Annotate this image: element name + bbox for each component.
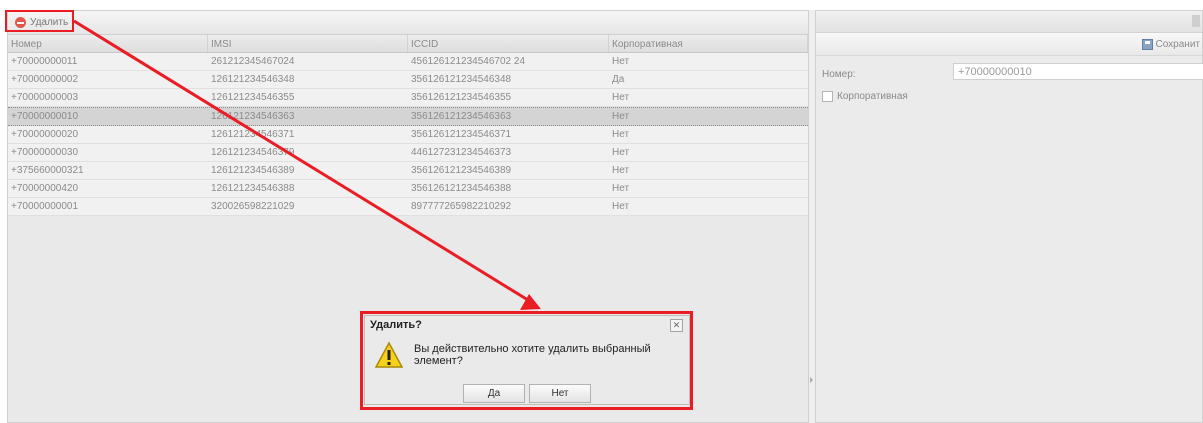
cell-iccid: 356126121234546363 [411, 111, 512, 122]
grid-body: +70000000011 261212345467024 45612612123… [8, 53, 808, 216]
cell-iccid: 356126121234546388 [411, 183, 512, 194]
table-row[interactable]: +70000000020 126121234546371 35612612123… [8, 126, 808, 144]
details-panel: Сохранит Номер: +70000000010 Корпоративн… [815, 10, 1203, 423]
number-field[interactable]: +70000000010 [953, 63, 1203, 80]
cell-corporate: Нет [612, 165, 630, 176]
cell-corporate: Нет [612, 183, 630, 194]
cell-number: +70000000003 [11, 92, 79, 103]
panel-tool-icon[interactable] [1192, 15, 1200, 27]
dialog-highlight [360, 311, 693, 410]
cell-number: +70000000001 [11, 201, 79, 212]
cell-imsi: 126121234546348 [211, 74, 295, 85]
cell-corporate: Нет [612, 201, 630, 212]
details-toolbar: Сохранит [816, 33, 1202, 56]
cell-corporate: Нет [612, 129, 630, 140]
cell-number: +70000000020 [11, 129, 79, 140]
corporate-label: Корпоративная [837, 91, 908, 102]
corporate-checkbox[interactable] [822, 91, 833, 102]
cell-imsi: 126121234546363 [211, 111, 295, 122]
cell-number: +70000000030 [11, 147, 79, 158]
grid-header: Номер IMSI ICCID Корпоративная [8, 35, 808, 53]
table-row[interactable]: +70000000003 126121234546355 35612612123… [8, 89, 808, 107]
table-row[interactable]: +70000000001 320026598221029 89777726598… [8, 198, 808, 216]
cell-imsi: 126121234546371 [211, 129, 295, 140]
cell-imsi: 126121234546388 [211, 183, 295, 194]
cell-corporate: Нет [612, 92, 630, 103]
collapse-arrow-icon[interactable] [810, 377, 813, 383]
table-row[interactable]: +70000000002 126121234546348 35612612123… [8, 71, 808, 89]
cell-iccid: 456126121234546702 24 [411, 56, 526, 67]
cell-number: +70000000420 [11, 183, 79, 194]
table-row[interactable]: +70000000030 126121234546379 44612723123… [8, 144, 808, 162]
table-row[interactable]: +375660000321 126121234546389 3561261212… [8, 162, 808, 180]
cell-iccid: 356126121234546371 [411, 129, 512, 140]
cell-iccid: 356126121234546348 [411, 74, 512, 85]
save-button-label: Сохранит [1155, 38, 1200, 50]
cell-corporate: Да [612, 74, 625, 85]
cell-number: +70000000010 [11, 111, 79, 122]
number-label: Номер: [822, 69, 856, 80]
column-header-number[interactable]: Номер [8, 35, 208, 52]
floppy-disk-icon [1141, 38, 1153, 50]
save-button[interactable]: Сохранит [1141, 38, 1200, 50]
delete-button-highlight [5, 10, 74, 32]
column-header-iccid[interactable]: ICCID [408, 35, 609, 52]
cell-imsi: 126121234546379 [211, 147, 295, 158]
cell-number: +375660000321 [11, 165, 84, 176]
cell-iccid: 356126121234546389 [411, 165, 512, 176]
column-header-imsi[interactable]: IMSI [208, 35, 408, 52]
cell-corporate: Нет [612, 56, 630, 67]
cell-imsi: 126121234546389 [211, 165, 295, 176]
table-row[interactable]: +70000000420 126121234546388 35612612123… [8, 180, 808, 198]
cell-corporate: Нет [612, 111, 630, 122]
cell-iccid: 446127231234546373 [411, 147, 512, 158]
cell-imsi: 126121234546355 [211, 92, 295, 103]
cell-imsi: 320026598221029 [211, 201, 295, 212]
cell-number: +70000000002 [11, 74, 79, 85]
corporate-field: Корпоративная [822, 91, 908, 102]
grid-toolbar: Удалить [8, 11, 808, 35]
table-row[interactable]: +70000000011 261212345467024 45612612123… [8, 53, 808, 71]
cell-iccid: 356126121234546355 [411, 92, 512, 103]
cell-number: +70000000011 [11, 56, 78, 67]
cell-iccid: 897777265982210292 [411, 201, 512, 212]
details-panel-header [816, 11, 1202, 33]
table-row-selected[interactable]: +70000000010 126121234546363 35612612123… [8, 107, 808, 126]
column-header-corporate[interactable]: Корпоративная [609, 35, 808, 52]
cell-imsi: 261212345467024 [211, 56, 295, 67]
cell-corporate: Нет [612, 147, 630, 158]
